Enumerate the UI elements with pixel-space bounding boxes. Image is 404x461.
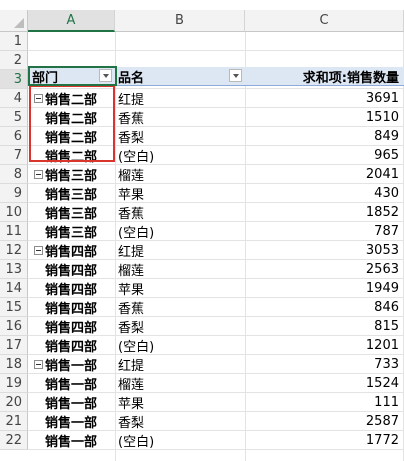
- pivot-cell-value[interactable]: 787: [245, 222, 399, 241]
- pivot-cell-product[interactable]: 香蕉: [118, 203, 243, 222]
- row-header[interactable]: 11: [0, 222, 28, 241]
- highlight-box: [29, 85, 115, 162]
- pivot-cell-value[interactable]: 111: [245, 393, 399, 412]
- row-header[interactable]: 5: [0, 108, 28, 127]
- pivot-cell-value[interactable]: 733: [245, 355, 399, 374]
- pivot-cell-product[interactable]: (空白): [118, 336, 243, 355]
- pivot-cell-product[interactable]: 香梨: [118, 127, 243, 146]
- pivot-cell-value[interactable]: 849: [245, 127, 399, 146]
- pivot-cell-dept[interactable]: 销售三部: [45, 203, 113, 222]
- pivot-cell-dept[interactable]: 销售四部: [45, 317, 113, 336]
- pivot-cell-dept[interactable]: 销售四部: [45, 298, 113, 317]
- pivot-cell-value[interactable]: 965: [245, 146, 399, 165]
- pivot-cell-dept[interactable]: 销售三部: [45, 165, 113, 184]
- row-header[interactable]: 4: [0, 89, 28, 108]
- row-header[interactable]: 12: [0, 241, 28, 260]
- row-header[interactable]: 14: [0, 279, 28, 298]
- pivot-cell-value[interactable]: 2041: [245, 165, 399, 184]
- pivot-cell-value[interactable]: 1949: [245, 279, 399, 298]
- pivot-header-product: 品名: [118, 71, 145, 86]
- pivot-cell-value[interactable]: 430: [245, 184, 399, 203]
- pivot-cell-value[interactable]: 1772: [245, 431, 399, 450]
- row-header[interactable]: 17: [0, 336, 28, 355]
- pivot-cell-dept[interactable]: 销售四部: [45, 336, 113, 355]
- column-header-c[interactable]: C: [245, 10, 404, 32]
- pivot-cell-product[interactable]: 苹果: [118, 393, 243, 412]
- row-header[interactable]: 6: [0, 127, 28, 146]
- select-all-corner[interactable]: [0, 10, 28, 32]
- pivot-cell-product[interactable]: 榴莲: [118, 374, 243, 393]
- row-header[interactable]: 20: [0, 393, 28, 412]
- row-header[interactable]: 3: [0, 70, 28, 89]
- row-header[interactable]: 8: [0, 165, 28, 184]
- pivot-cell-dept[interactable]: 销售一部: [45, 431, 113, 450]
- pivot-cell-value[interactable]: 2563: [245, 260, 399, 279]
- pivot-cell-value[interactable]: 1852: [245, 203, 399, 222]
- pivot-cell-product[interactable]: 香梨: [118, 412, 243, 431]
- pivot-cell-dept[interactable]: 销售四部: [45, 241, 113, 260]
- active-cell-selection: [28, 66, 117, 86]
- pivot-cell-product[interactable]: 红提: [118, 89, 243, 108]
- pivot-cell-product[interactable]: 香梨: [118, 317, 243, 336]
- pivot-cell-value[interactable]: 3053: [245, 241, 399, 260]
- pivot-cell-dept[interactable]: 销售四部: [45, 279, 113, 298]
- pivot-header-value: 求和项:销售数量: [302, 71, 399, 86]
- pivot-cell-product[interactable]: 香蕉: [118, 108, 243, 127]
- pivot-cell-product[interactable]: 香蕉: [118, 298, 243, 317]
- pivot-cell-product[interactable]: 苹果: [118, 279, 243, 298]
- pivot-cell-value[interactable]: 846: [245, 298, 399, 317]
- column-header-a[interactable]: A: [28, 10, 115, 32]
- pivot-cell-dept[interactable]: 销售三部: [45, 222, 113, 241]
- row-header[interactable]: 2: [0, 51, 28, 70]
- pivot-cell-product[interactable]: 榴莲: [118, 165, 243, 184]
- pivot-cell-product[interactable]: (空白): [118, 431, 243, 450]
- pivot-cell-dept[interactable]: 销售一部: [45, 412, 113, 431]
- pivot-cell-value[interactable]: 1201: [245, 336, 399, 355]
- pivot-cell-value[interactable]: 3691: [245, 89, 399, 108]
- row-header[interactable]: 21: [0, 412, 28, 431]
- pivot-cell-dept[interactable]: 销售一部: [45, 355, 113, 374]
- pivot-cell-product[interactable]: 榴莲: [118, 260, 243, 279]
- pivot-cell-dept[interactable]: 销售一部: [45, 393, 113, 412]
- pivot-cell-product[interactable]: 苹果: [118, 184, 243, 203]
- collapse-minus-icon[interactable]: [34, 246, 43, 255]
- pivot-cell-dept[interactable]: 销售三部: [45, 184, 113, 203]
- row-header[interactable]: 1: [0, 32, 28, 51]
- pivot-cell-dept[interactable]: 销售一部: [45, 374, 113, 393]
- spreadsheet: A B C 1 2 3 4 5 6 7 8 9 10 11 12 13 14 15 16 17 18 19 20 21 2…: [0, 0, 404, 461]
- row-header[interactable]: 18: [0, 355, 28, 374]
- pivot-cell-dept[interactable]: 销售四部: [45, 260, 113, 279]
- row-header[interactable]: 15: [0, 298, 28, 317]
- collapse-minus-icon[interactable]: [34, 360, 43, 369]
- pivot-cell-product[interactable]: (空白): [118, 222, 243, 241]
- row-header[interactable]: 7: [0, 146, 28, 165]
- column-header-b[interactable]: B: [115, 10, 245, 32]
- pivot-cell-value[interactable]: 1510: [245, 108, 399, 127]
- pivot-cell-value[interactable]: 815: [245, 317, 399, 336]
- dropdown-filter-icon[interactable]: [229, 69, 242, 82]
- pivot-cell-value[interactable]: 1524: [245, 374, 399, 393]
- row-header[interactable]: 10: [0, 203, 28, 222]
- pivot-cell-product[interactable]: (空白): [118, 146, 243, 165]
- row-header[interactable]: 22: [0, 431, 28, 450]
- pivot-cell-product[interactable]: 红提: [118, 355, 243, 374]
- pivot-cell-value[interactable]: 2587: [245, 412, 399, 431]
- collapse-minus-icon[interactable]: [34, 170, 43, 179]
- pivot-cell-product[interactable]: 红提: [118, 241, 243, 260]
- row-header[interactable]: 19: [0, 374, 28, 393]
- row-header[interactable]: 13: [0, 260, 28, 279]
- row-header[interactable]: 16: [0, 317, 28, 336]
- row-header[interactable]: 9: [0, 184, 28, 203]
